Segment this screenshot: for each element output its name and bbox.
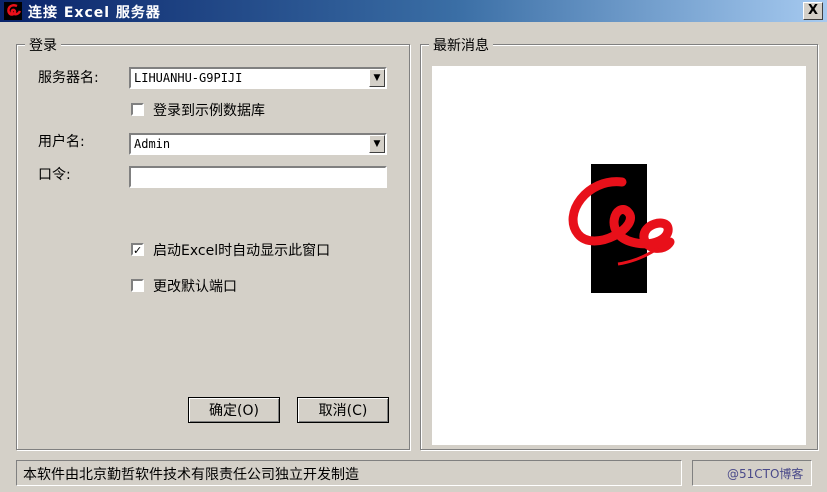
company-logo-icon — [568, 164, 675, 293]
server-name-value: LIHUANHU-G9PIJI — [134, 71, 243, 85]
chevron-down-icon[interactable]: ▼ — [369, 135, 385, 153]
cancel-button[interactable]: 取消(C) — [297, 397, 389, 423]
server-name-combo[interactable]: LIHUANHU-G9PIJI ▼ — [129, 67, 387, 89]
news-preview — [432, 66, 806, 445]
autostart-label: 启动Excel时自动显示此窗口 — [153, 243, 331, 259]
change-port-label: 更改默认端口 — [153, 279, 237, 295]
ok-button[interactable]: 确定(O) — [188, 397, 280, 423]
password-label: 口令: — [38, 167, 71, 183]
user-name-label: 用户名: — [38, 134, 85, 150]
watermark-text: @51CTO博客 — [727, 467, 804, 481]
status-bar-side: @51CTO博客 — [692, 460, 812, 486]
title-bar: 连接 Excel 服务器 X — [0, 0, 827, 22]
window-title: 连接 Excel 服务器 — [28, 5, 161, 21]
news-group-legend: 最新消息 — [429, 35, 493, 55]
user-name-value: Admin — [134, 137, 171, 151]
sample-db-label: 登录到示例数据库 — [153, 103, 265, 119]
close-button[interactable]: X — [803, 2, 823, 20]
login-group-legend: 登录 — [25, 35, 61, 55]
password-field[interactable] — [129, 166, 387, 188]
chevron-down-icon[interactable]: ▼ — [369, 69, 385, 87]
status-bar-main: 本软件由北京勤哲软件技术有限责任公司独立开发制造 — [16, 460, 682, 486]
change-port-checkbox[interactable] — [131, 279, 144, 292]
server-name-label: 服务器名: — [38, 70, 99, 86]
user-name-combo[interactable]: Admin ▼ — [129, 133, 387, 155]
sample-db-checkbox[interactable] — [131, 103, 144, 116]
status-text: 本软件由北京勤哲软件技术有限责任公司独立开发制造 — [23, 467, 359, 483]
autostart-checkbox[interactable]: ✓ — [131, 243, 144, 257]
app-logo-icon — [4, 2, 22, 20]
